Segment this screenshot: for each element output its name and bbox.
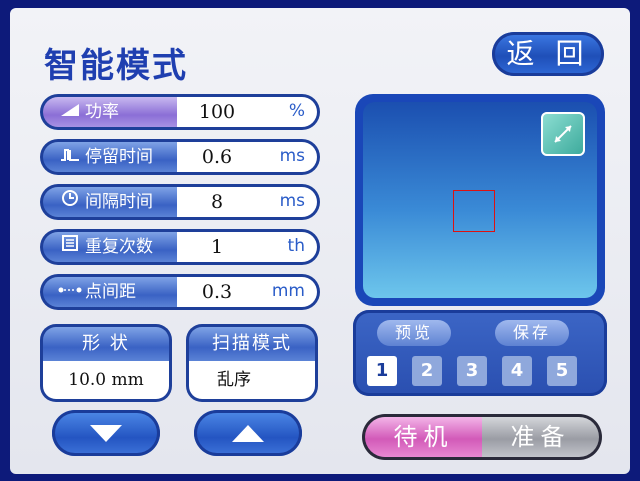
param-label-spacing[interactable]: 点间距 — [43, 277, 177, 307]
standby-button[interactable]: 待机 — [365, 417, 482, 457]
param-label-power[interactable]: 功率 — [43, 97, 177, 127]
param-value-power[interactable]: 100 % — [177, 97, 317, 127]
param-label-repeat[interactable]: 重复次数 — [43, 232, 177, 262]
back-button[interactable]: 返 回 — [492, 32, 604, 76]
preset-slot-3[interactable]: 3 — [457, 356, 487, 386]
scan-mode-value[interactable]: 乱序 — [189, 361, 315, 399]
param-row-interval[interactable]: 间隔时间 8 ms — [40, 184, 320, 220]
ramp-icon — [57, 97, 83, 127]
ready-button[interactable]: 准备 — [482, 417, 599, 457]
param-value-repeat[interactable]: 1 th — [177, 232, 317, 262]
repeat-icon — [57, 232, 83, 262]
param-label-dwell[interactable]: 停留时间 — [43, 142, 177, 172]
param-row-repeat[interactable]: 重复次数 1 th — [40, 229, 320, 265]
clock-icon — [57, 187, 83, 217]
screen: 智能模式 返 回 功率 100 % 停留时间 0.6 ms 间隔时间 8 ms — [10, 8, 630, 474]
preset-panel: 预览 保存 1 2 3 4 5 — [353, 310, 607, 396]
save-button[interactable]: 保存 — [495, 320, 569, 346]
param-value-dwell[interactable]: 0.6 ms — [177, 142, 317, 172]
mode-toggle[interactable]: 待机 准备 — [362, 414, 602, 460]
preset-slot-2[interactable]: 2 — [412, 356, 442, 386]
down-button[interactable] — [52, 410, 160, 456]
chevron-up-icon — [232, 425, 264, 442]
page-title: 智能模式 — [44, 46, 188, 86]
up-button[interactable] — [194, 410, 302, 456]
preset-slot-4[interactable]: 4 — [502, 356, 532, 386]
param-value-interval[interactable]: 8 ms — [177, 187, 317, 217]
shape-box[interactable]: 形 状 10.0 mm — [40, 324, 172, 402]
scan-mode-box[interactable]: 扫描模式 乱序 — [186, 324, 318, 402]
param-value-spacing[interactable]: 0.3 mm — [177, 277, 317, 307]
scan-mode-label: 扫描模式 — [189, 327, 315, 361]
param-row-power[interactable]: 功率 100 % — [40, 94, 320, 130]
preview-button[interactable]: 预览 — [377, 320, 451, 346]
param-row-dwell[interactable]: 停留时间 0.6 ms — [40, 139, 320, 175]
param-label-interval[interactable]: 间隔时间 — [43, 187, 177, 217]
pulse-icon — [57, 142, 83, 172]
resize-icon[interactable] — [541, 112, 585, 156]
chevron-down-icon — [90, 425, 122, 442]
param-row-spacing[interactable]: 点间距 0.3 mm — [40, 274, 320, 310]
dot-distance-icon — [57, 277, 83, 307]
shape-outline — [453, 190, 495, 232]
shape-value[interactable]: 10.0 mm — [43, 361, 169, 399]
preset-slot-1[interactable]: 1 — [367, 356, 397, 386]
preset-slot-5[interactable]: 5 — [547, 356, 577, 386]
preview-frame — [355, 94, 605, 306]
preview-area — [363, 102, 597, 298]
shape-label: 形 状 — [43, 327, 169, 361]
